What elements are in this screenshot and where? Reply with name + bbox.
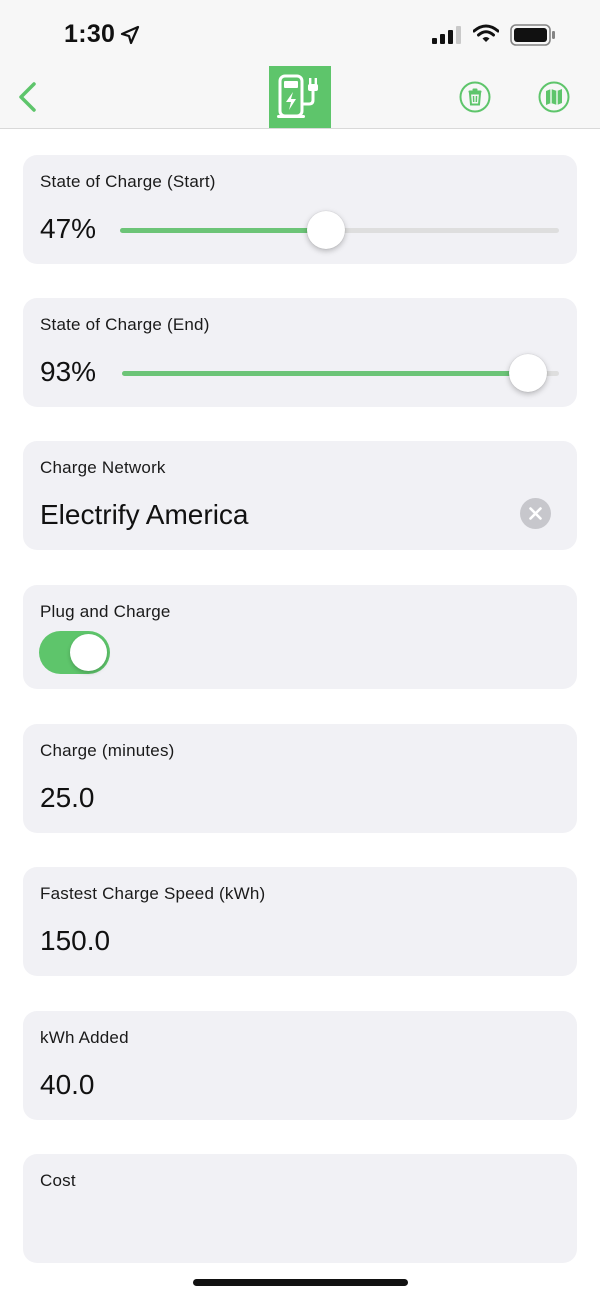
plug-and-charge-label: Plug and Charge [40, 602, 171, 621]
clear-network-button[interactable] [520, 498, 551, 529]
status-bar: 1:30 [0, 0, 600, 66]
cost-card[interactable]: Cost [23, 1154, 577, 1263]
charge-minutes-card[interactable]: Charge (minutes) 25.0 [23, 724, 577, 833]
soc-end-card: State of Charge (End) 93% [23, 298, 577, 407]
charge-minutes-label: Charge (minutes) [40, 741, 175, 760]
fastest-speed-value[interactable]: 150.0 [40, 925, 110, 957]
soc-start-card: State of Charge (Start) 47% [23, 155, 577, 264]
wifi-icon [473, 24, 499, 42]
trash-icon [459, 81, 491, 113]
charge-minutes-value[interactable]: 25.0 [40, 782, 95, 814]
soc-end-slider[interactable] [122, 354, 559, 392]
soc-end-value: 93% [40, 356, 97, 387]
soc-start-slider-fill [120, 228, 327, 233]
kwh-added-value[interactable]: 40.0 [40, 1069, 95, 1101]
plug-and-charge-toggle[interactable] [39, 631, 110, 674]
soc-start-slider-thumb[interactable] [307, 211, 346, 249]
kwh-added-label: kWh Added [40, 1028, 129, 1047]
back-button[interactable] [14, 80, 44, 114]
map-icon [538, 81, 570, 113]
home-indicator [193, 1279, 408, 1286]
charge-network-label: Charge Network [40, 458, 166, 477]
plug-and-charge-card: Plug and Charge [23, 585, 577, 689]
map-button[interactable] [538, 81, 570, 113]
charge-network-card[interactable]: Charge Network Electrify America [23, 441, 577, 550]
soc-end-label: State of Charge (End) [40, 315, 210, 334]
signal-icon [432, 26, 461, 44]
soc-start-slider[interactable] [120, 211, 559, 249]
location-arrow-icon [120, 25, 140, 45]
app-logo [269, 66, 331, 128]
back-chevron-icon [19, 82, 36, 112]
kwh-added-card[interactable]: kWh Added 40.0 [23, 1011, 577, 1120]
status-time: 1:30 [64, 20, 116, 48]
clear-x-icon [529, 507, 542, 520]
soc-end-slider-thumb[interactable] [509, 354, 548, 392]
soc-end-slider-fill [122, 371, 529, 376]
trash-button[interactable] [459, 81, 491, 113]
ev-charger-icon [277, 74, 318, 118]
soc-start-label: State of Charge (Start) [40, 172, 216, 191]
nav-bar [0, 66, 600, 129]
fastest-speed-label: Fastest Charge Speed (kWh) [40, 884, 266, 903]
soc-start-value: 47% [40, 213, 97, 244]
battery-icon [510, 24, 555, 46]
fastest-speed-card[interactable]: Fastest Charge Speed (kWh) 150.0 [23, 867, 577, 976]
cost-label: Cost [40, 1171, 76, 1190]
charge-network-value[interactable]: Electrify America [40, 499, 249, 531]
toggle-knob [70, 634, 107, 671]
